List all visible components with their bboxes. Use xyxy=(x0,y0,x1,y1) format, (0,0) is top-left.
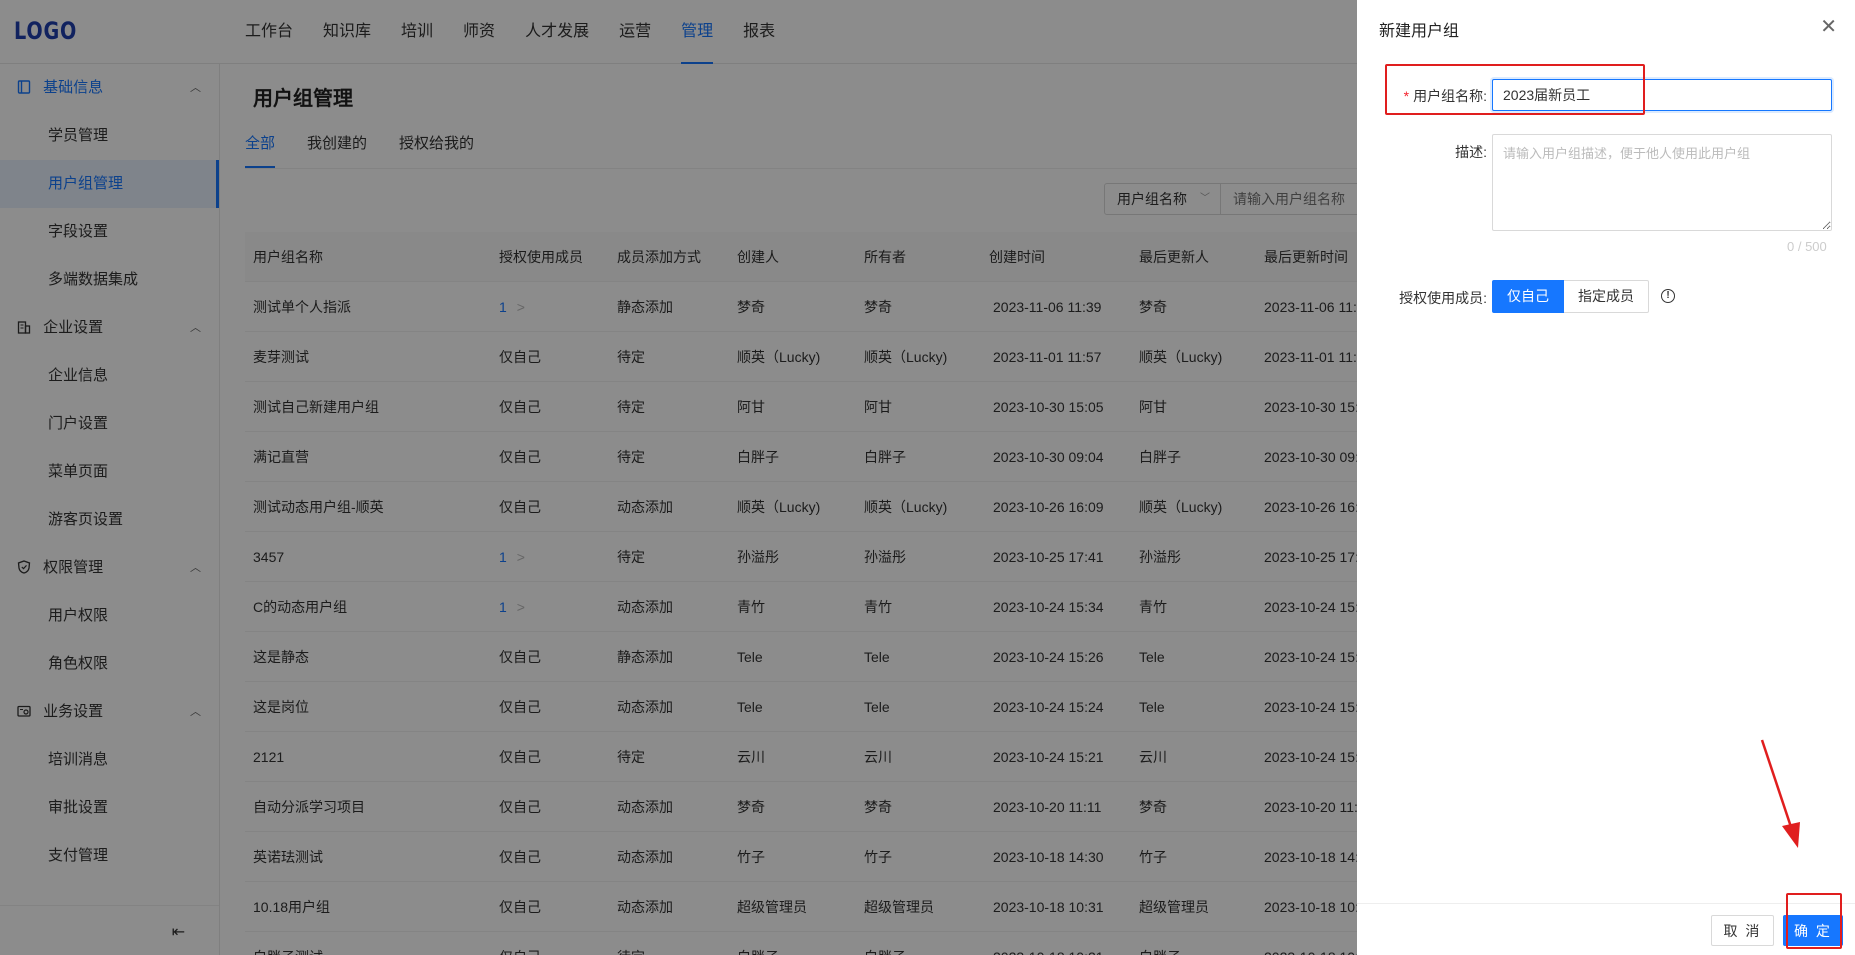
description-textarea[interactable] xyxy=(1492,134,1832,231)
highlight-box-name-field xyxy=(1385,64,1645,115)
auth-member-toggle: 仅自己 指定成员 xyxy=(1492,280,1649,313)
auth-label: 授权使用成员: xyxy=(1399,290,1487,306)
cancel-button[interactable]: 取 消 xyxy=(1711,915,1774,946)
highlight-box-confirm xyxy=(1786,893,1842,949)
char-counter: 0 / 500 xyxy=(1787,239,1827,254)
info-icon[interactable]: ! xyxy=(1661,289,1675,303)
drawer-title: 新建用户组 xyxy=(1379,23,1460,40)
auth-specified-members-button[interactable]: 指定成员 xyxy=(1564,280,1649,313)
desc-label: 描述: xyxy=(1455,144,1487,160)
close-icon[interactable]: ✕ xyxy=(1820,14,1837,39)
drawer-footer-divider xyxy=(1357,903,1855,904)
auth-only-me-button[interactable]: 仅自己 xyxy=(1492,280,1564,313)
arrow-annotation-icon xyxy=(1760,739,1800,848)
